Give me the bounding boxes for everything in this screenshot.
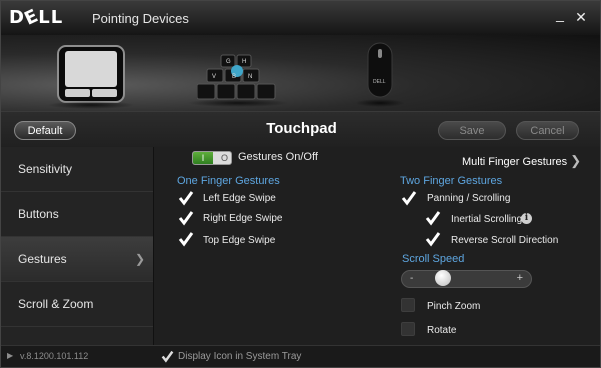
slider-thumb[interactable] [435, 270, 452, 286]
one-finger-title: One Finger Gestures [177, 175, 280, 187]
checkmark-icon [425, 232, 441, 247]
svg-text:H: H [242, 59, 246, 65]
checkmark-icon [401, 191, 417, 206]
app-window: DELL Pointing Devices _ ✕ G H V N B DELL… [0, 0, 601, 368]
rotate-label: Rotate [427, 325, 457, 336]
sidebar-item-buttons[interactable]: Buttons [1, 192, 153, 237]
sidebar-item-gestures[interactable]: Gestures ❯ [1, 237, 153, 282]
touchpad-device-button[interactable] [47, 45, 135, 109]
reverse-scroll-label: Reverse Scroll Direction [451, 235, 559, 246]
sidebar-item-sensitivity[interactable]: Sensitivity [1, 147, 153, 192]
save-button[interactable]: Save [438, 121, 506, 140]
page-title: Touchpad [266, 120, 337, 137]
system-tray-label: Display Icon in System Tray [178, 351, 302, 362]
mouse-icon: DELL [367, 42, 393, 98]
sidebar-item-label: Scroll & Zoom [18, 297, 94, 311]
window-title: Pointing Devices [92, 11, 189, 26]
mouse-device-button[interactable]: DELL [355, 41, 405, 107]
minimize-button[interactable]: _ [552, 7, 568, 21]
gestures-panel: I O Gestures On/Off Multi Finger Gesture… [154, 147, 600, 345]
panning-scrolling-label: Panning / Scrolling [427, 193, 511, 204]
sidebar-item-label: Sensitivity [18, 162, 73, 176]
info-icon[interactable]: i [521, 213, 532, 224]
gestures-onoff-label: Gestures On/Off [238, 151, 318, 163]
reverse-scroll-checkbox[interactable] [425, 231, 441, 247]
right-edge-swipe-checkbox[interactable] [178, 210, 194, 226]
checkmark-icon [178, 211, 194, 226]
keyboard-icon: G H V N B [196, 54, 276, 100]
chevron-right-icon: ❯ [570, 153, 582, 168]
svg-text:DELL: DELL [373, 79, 386, 85]
svg-text:B: B [232, 74, 236, 80]
left-edge-swipe-label: Left Edge Swipe [203, 193, 276, 204]
expand-arrow-icon[interactable]: ▶ [7, 351, 13, 360]
multi-finger-label: Multi Finger Gestures [462, 156, 568, 168]
cancel-button[interactable]: Cancel [516, 121, 579, 140]
checkmark-icon [161, 350, 174, 363]
toggle-on-label: I [193, 152, 213, 164]
toggle-off-label: O [220, 153, 228, 163]
device-selector: G H V N B DELL [1, 35, 600, 111]
system-tray-checkbox[interactable] [161, 350, 174, 363]
version-label: v.8.1200.101.112 [20, 351, 89, 361]
sidebar-item-scroll-zoom[interactable]: Scroll & Zoom [1, 282, 153, 327]
sidebar-item-label: Gestures [18, 252, 67, 266]
top-edge-swipe-checkbox[interactable] [178, 231, 194, 247]
multi-finger-gestures-link[interactable]: Multi Finger Gestures ❯ [462, 153, 581, 169]
keyboard-device-button[interactable]: G H V N B [187, 53, 289, 107]
slider-min-label: - [410, 273, 414, 284]
status-bar: ▶ v.8.1200.101.112 Display Icon in Syste… [1, 345, 600, 367]
scroll-speed-slider[interactable]: - + [401, 270, 532, 288]
title-bar: DELL Pointing Devices _ ✕ [1, 1, 600, 35]
inertial-scrolling-label: Inertial Scrolling [451, 214, 523, 225]
dell-logo: DELL [9, 5, 64, 30]
top-edge-swipe-label: Top Edge Swipe [203, 235, 276, 246]
sidebar: Sensitivity Buttons Gestures ❯ Scroll & … [1, 147, 154, 345]
svg-text:G: G [226, 59, 231, 65]
sidebar-item-label: Buttons [18, 207, 59, 221]
close-button[interactable]: ✕ [573, 10, 589, 24]
gestures-toggle[interactable]: I O [192, 151, 232, 165]
inertial-scrolling-checkbox[interactable] [425, 210, 441, 226]
pinch-zoom-checkbox[interactable] [401, 298, 415, 312]
svg-text:V: V [212, 74, 216, 80]
panning-scrolling-checkbox[interactable] [401, 190, 417, 206]
rotate-checkbox[interactable] [401, 322, 415, 336]
pinch-zoom-label: Pinch Zoom [427, 301, 481, 312]
scroll-speed-title: Scroll Speed [402, 253, 465, 265]
touchpad-icon [57, 45, 125, 103]
checkmark-icon [178, 191, 194, 206]
right-edge-swipe-label: Right Edge Swipe [203, 213, 283, 224]
slider-max-label: + [516, 272, 523, 284]
two-finger-title: Two Finger Gestures [400, 175, 503, 187]
checkmark-icon [425, 211, 441, 226]
chevron-right-icon: ❯ [134, 252, 145, 266]
checkmark-icon [178, 232, 194, 247]
svg-text:N: N [248, 74, 252, 80]
left-edge-swipe-checkbox[interactable] [178, 190, 194, 206]
toolbar: Default Touchpad Save Cancel [1, 111, 600, 149]
